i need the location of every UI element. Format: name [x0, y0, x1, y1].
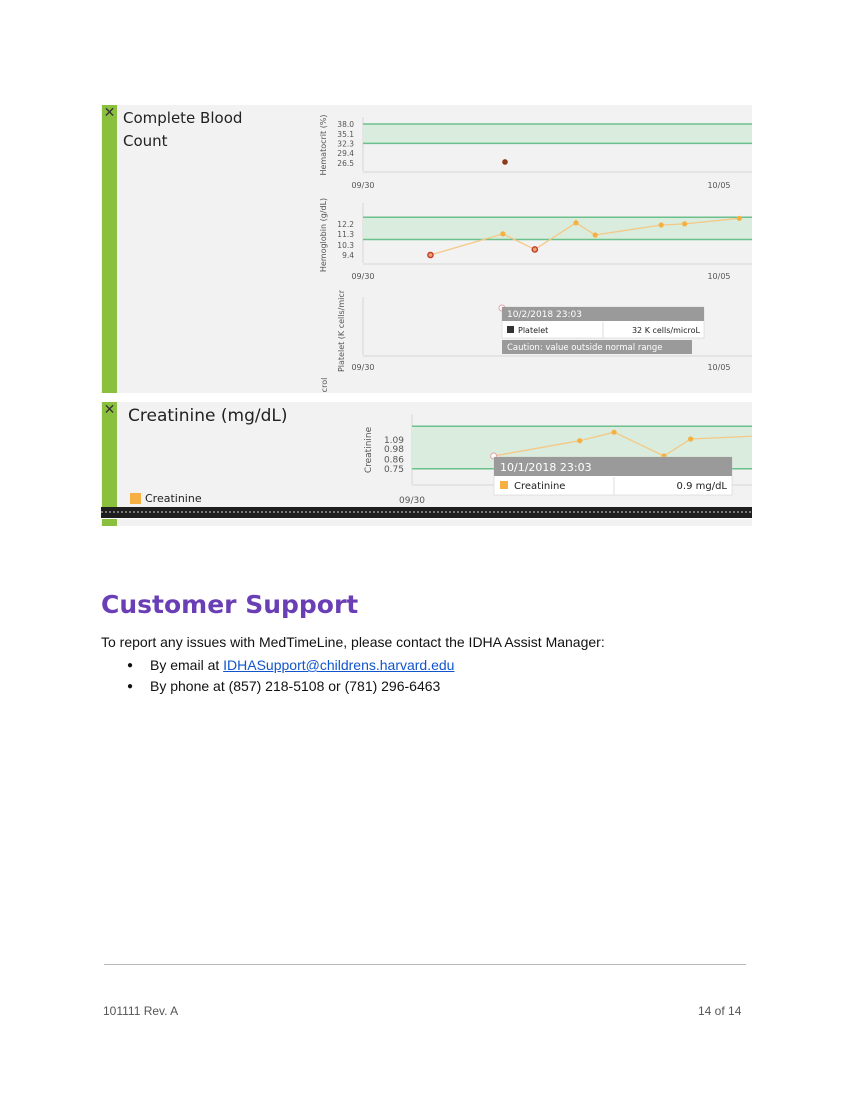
tooltip-value: 32 K cells/microL [632, 326, 701, 335]
cut-off-axis-label: crol [320, 378, 329, 393]
creatinine-swatch [500, 481, 508, 489]
support-email-link[interactable]: IDHASupport@childrens.harvard.edu [223, 657, 454, 673]
y-tick-label: 10.3 [337, 241, 354, 250]
hematocrit-points [502, 159, 508, 165]
data-point[interactable] [592, 232, 598, 238]
cbc-charts: Hematocrit (%) 38.035.132.329.426.5 09/3… [319, 114, 752, 393]
creatinine-chart: Creatinine 1.090.980.860.75 09/30 10/1/2… [364, 414, 752, 506]
creatinine-tooltip: 10/1/2018 23:03 Creatinine 0.9 mg/dL [493, 456, 733, 496]
hemoglobin-x-tick: 10/05 [707, 272, 730, 281]
hemoglobin-y-ticks: 12.211.3 10.39.4 [337, 220, 354, 260]
y-tick-label: 9.4 [342, 251, 354, 260]
y-tick-label: 0.75 [384, 465, 404, 475]
medtimeline-screenshot: ✕ Complete Blood Count Hematocrit (%) 38… [101, 105, 752, 526]
y-tick-label: 11.3 [337, 230, 354, 239]
contact-phone-item: By phone at (857) 218-5108 or (781) 296-… [127, 676, 454, 697]
y-tick-label: 26.5 [337, 159, 354, 168]
hemoglobin-x-tick: 09/30 [351, 272, 374, 281]
footer-divider [104, 964, 746, 965]
hematocrit-x-tick: 10/05 [707, 181, 730, 190]
tooltip-time: 10/1/2018 23:03 [500, 461, 592, 474]
tooltip-label: Creatinine [514, 481, 565, 492]
data-point[interactable] [573, 220, 579, 226]
platelet-swatch [507, 326, 514, 333]
data-point[interactable] [736, 215, 742, 221]
tooltip-label: Platelet [518, 326, 548, 335]
creatinine-y-ticks: 1.090.980.860.75 [384, 436, 404, 475]
document-id: 101111 Rev. A [103, 1004, 179, 1018]
y-tick-label: 0.98 [384, 445, 404, 455]
data-point[interactable] [502, 159, 508, 165]
data-point[interactable] [531, 246, 539, 253]
y-tick-label: 32.3 [337, 139, 354, 148]
y-tick-label: 29.4 [337, 149, 354, 158]
data-point[interactable] [658, 222, 664, 228]
panel-accent-bar [102, 519, 117, 526]
support-intro: To report any issues with MedTimeLine, p… [101, 634, 605, 650]
hematocrit-y-ticks: 38.035.132.329.426.5 [337, 120, 354, 168]
contact-list: By email at IDHASupport@childrens.harvar… [127, 655, 454, 697]
creatinine-axis-label: Creatinine [364, 426, 374, 473]
platelet-tooltip: 10/2/2018 23:03 Platelet 32 K cells/micr… [501, 306, 705, 354]
y-tick-label: 38.0 [337, 120, 354, 129]
platelet-x-tick: 09/30 [351, 363, 374, 372]
tooltip-time: 10/2/2018 23:03 [507, 310, 582, 320]
caution-text: Caution: value outside normal range [507, 343, 663, 353]
email-prefix: By email at [150, 657, 224, 673]
platelet-x-tick: 10/05 [707, 363, 730, 372]
y-tick-label: 12.2 [337, 220, 354, 229]
cbc-panel: ✕ Complete Blood Count Hematocrit (%) 38… [101, 105, 752, 393]
hemoglobin-normal-band [363, 217, 752, 240]
data-point[interactable] [500, 231, 506, 237]
hemoglobin-axis-label: Hemoglobin (g/dL) [319, 198, 328, 272]
hematocrit-x-tick: 09/30 [351, 181, 374, 190]
hematocrit-axis-label: Hematocrit (%) [319, 114, 328, 175]
hematocrit-normal-band [363, 124, 752, 144]
contact-email-item: By email at IDHASupport@childrens.harvar… [127, 655, 454, 676]
data-point[interactable] [682, 221, 688, 227]
section-heading: Customer Support [101, 590, 359, 619]
panel-divider-bar[interactable] [101, 507, 752, 518]
data-point[interactable] [577, 438, 583, 444]
page-number: 14 of 14 [698, 1004, 742, 1018]
data-point[interactable] [427, 251, 434, 259]
tooltip-value: 0.9 mg/dL [677, 481, 728, 492]
next-panel-partial [101, 519, 752, 526]
platelet-axis-label: Platelet (K cells/micr [337, 289, 346, 372]
y-tick-label: 35.1 [337, 130, 354, 139]
data-point[interactable] [611, 429, 617, 435]
creatinine-panel: ✕ Creatinine (mg/dL) Creatinine Creatini… [101, 402, 752, 515]
creatinine-x-tick: 09/30 [399, 496, 425, 506]
data-point[interactable] [688, 436, 694, 442]
